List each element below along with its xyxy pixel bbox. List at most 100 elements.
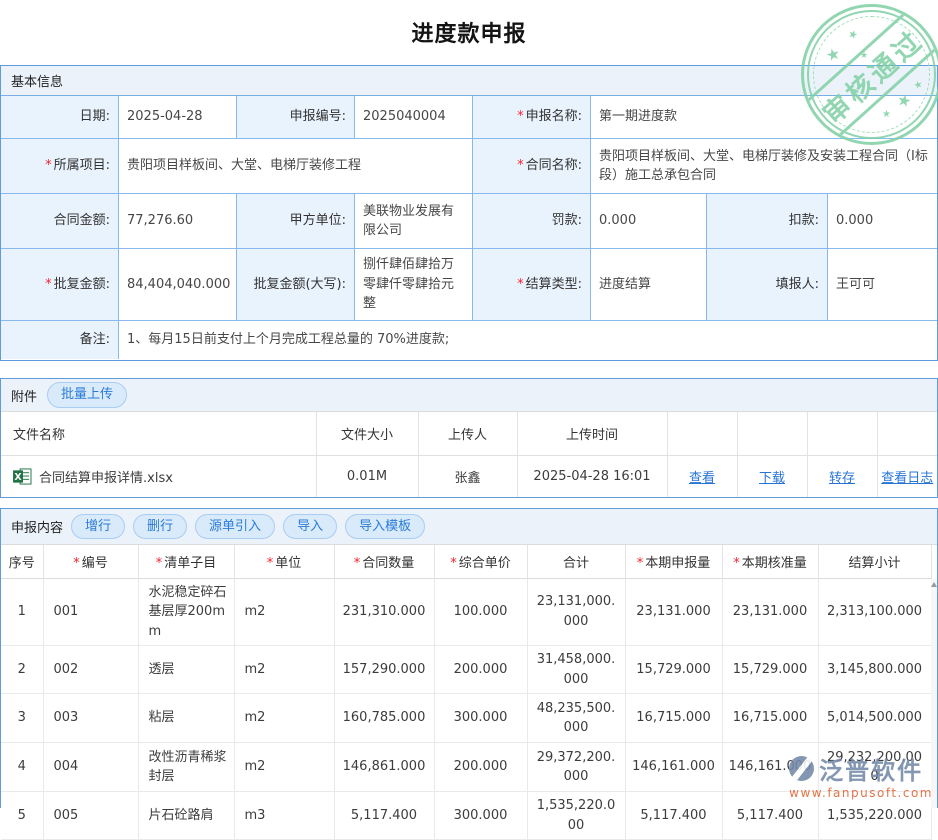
column-header-action [877,412,937,455]
table-cell: 1 [1,578,43,646]
field-value-deduction[interactable]: 0.000 [828,194,937,249]
column-header: *编号 [43,545,138,578]
field-value-contract-amount[interactable]: 77,276.60 [119,194,237,249]
column-header: 序号 [1,545,43,578]
table-cell[interactable]: 200.000 [434,646,527,694]
file-name[interactable]: 合同结算申报详情.xlsx [39,467,173,486]
view-link[interactable]: 查看 [689,471,715,486]
table-cell[interactable]: 16,715.000 [722,694,818,743]
file-size: 0.01M [316,455,418,497]
field-value-penalty[interactable]: 0.000 [591,194,707,249]
vendor-watermark: 泛普软件 www.fanpusoft.com [789,751,933,800]
field-value-preparer[interactable]: 王可可 [828,249,937,321]
attachments-section: 附件 批量上传 文件名称 文件大小 上传人 上传时间 [0,378,938,498]
table-cell[interactable]: 002 [43,646,138,694]
field-value-approved-amount[interactable]: 84,404,040.000 [119,249,237,321]
import-button[interactable]: 导入 [283,514,337,540]
column-header-action [667,412,737,455]
table-cell[interactable]: m2 [234,646,334,694]
field-label-approved-amount: *批复金额: [1,249,119,321]
table-cell[interactable]: 31,458,000.000 [527,646,625,694]
table-cell[interactable]: 160,785.000 [334,694,434,743]
table-cell[interactable]: 157,290.000 [334,646,434,694]
field-value-settlement-type[interactable]: 进度结算 [591,249,707,321]
download-link[interactable]: 下载 [759,471,785,486]
table-cell[interactable]: 48,235,500.000 [527,694,625,743]
table-cell[interactable]: 004 [43,743,138,792]
table-cell[interactable]: 23,131,000.000 [527,578,625,646]
field-value-decl-name[interactable]: 第一期进度款 [591,96,937,139]
column-header: 合计 [527,545,625,578]
table-cell[interactable]: m2 [234,694,334,743]
import-template-button[interactable]: 导入模板 [345,514,425,540]
table-cell[interactable]: 粘层 [138,694,234,743]
field-label-project: *所属项目: [1,139,119,194]
table-cell[interactable]: 23,131.000 [722,578,818,646]
field-value-contract-name[interactable]: 贵阳项目样板间、大堂、电梯厅装修及安装工程合同（Ⅰ标段）施工总承包合同 [591,139,937,194]
field-value-party-a[interactable]: 美联物业发展有限公司 [355,194,473,249]
table-cell: 5 [1,792,43,840]
basic-info-section-header: 基本信息 [1,66,937,96]
required-marker: * [45,156,52,176]
table-cell[interactable]: 改性沥青稀浆封层 [138,743,234,792]
add-row-button[interactable]: 增行 [71,514,125,540]
delete-row-button[interactable]: 删行 [133,514,187,540]
table-cell[interactable]: 100.000 [434,578,527,646]
column-header-upload-time: 上传时间 [517,412,667,455]
transfer-link[interactable]: 转存 [829,471,855,486]
declaration-row: 2002透层m2157,290.000200.00031,458,000.000… [1,646,931,694]
field-value-remark[interactable]: 1、每月15日前支付上个月完成工程总量的 70%进度款; [119,321,937,359]
column-header-uploader: 上传人 [418,412,517,455]
field-label-party-a: 甲方单位: [237,194,355,249]
table-cell[interactable]: 2,313,100.000 [818,578,931,646]
table-cell[interactable]: m2 [234,578,334,646]
field-value-decl-no[interactable]: 2025040004 [355,96,473,139]
table-cell[interactable]: m2 [234,743,334,792]
table-cell[interactable]: m3 [234,792,334,840]
table-cell[interactable]: 300.000 [434,792,527,840]
table-cell[interactable]: 005 [43,792,138,840]
table-cell[interactable]: 5,014,500.000 [818,694,931,743]
table-cell[interactable]: 16,715.000 [625,694,722,743]
scroll-up-arrow-icon[interactable] [931,582,937,587]
page-title: 进度款申报 [0,16,938,48]
view-log-link[interactable]: 查看日志 [881,471,933,486]
table-cell[interactable]: 300.000 [434,694,527,743]
declaration-row: 3003粘层m2160,785.000300.00048,235,500.000… [1,694,931,743]
attachments-header-row: 文件名称 文件大小 上传人 上传时间 [1,412,937,455]
table-cell[interactable]: 透层 [138,646,234,694]
table-cell[interactable]: 15,729.000 [625,646,722,694]
field-value-date[interactable]: 2025-04-28 [119,96,237,139]
table-cell[interactable]: 003 [43,694,138,743]
table-cell[interactable]: 3,145,800.000 [818,646,931,694]
table-cell[interactable]: 片石砼路肩 [138,792,234,840]
table-cell[interactable]: 001 [43,578,138,646]
column-header-file-name: 文件名称 [1,412,316,455]
section-title: 基本信息 [11,71,63,90]
table-cell[interactable]: 23,131.000 [625,578,722,646]
batch-upload-button[interactable]: 批量上传 [47,382,127,408]
field-value-project[interactable]: 贵阳项目样板间、大堂、电梯厅装修工程 [119,139,473,194]
table-cell[interactable]: 29,372,200.000 [527,743,625,792]
table-cell[interactable]: 146,161.000 [625,743,722,792]
table-cell[interactable]: 水泥稳定碎石基层厚200mm [138,578,234,646]
table-cell[interactable]: 1,535,220.000 [527,792,625,840]
field-value-approved-amount-words[interactable]: 捌仟肆佰肆拾万零肆仟零肆拾元整 [355,249,473,321]
required-marker: * [45,275,52,295]
table-cell[interactable]: 5,117.400 [334,792,434,840]
column-header: *合同数量 [334,545,434,578]
column-header-file-size: 文件大小 [316,412,418,455]
required-marker: * [517,156,524,176]
table-cell[interactable]: 5,117.400 [625,792,722,840]
table-cell[interactable]: 231,310.000 [334,578,434,646]
table-cell[interactable]: 15,729.000 [722,646,818,694]
required-marker: * [517,275,524,295]
table-cell[interactable]: 200.000 [434,743,527,792]
table-cell[interactable]: 146,861.000 [334,743,434,792]
basic-info-grid: 日期: 2025-04-28 申报编号: 2025040004 *申报名称: 第… [1,96,937,359]
source-import-button[interactable]: 源单引入 [195,514,275,540]
vendor-name: 泛普软件 [819,751,923,786]
attachments-section-header: 附件 批量上传 [1,379,937,412]
field-label-decl-name: *申报名称: [473,96,591,139]
required-marker: * [637,556,644,571]
